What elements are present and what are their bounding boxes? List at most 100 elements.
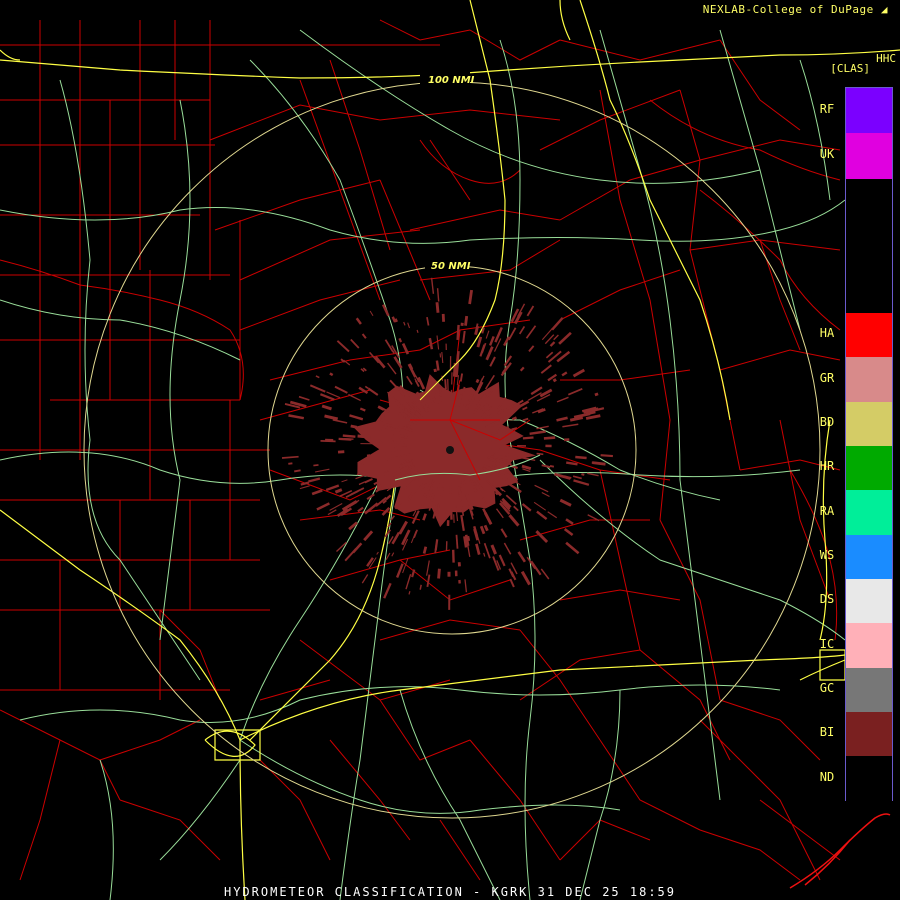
echo-speck: [343, 438, 354, 440]
echo-speck: [536, 452, 544, 456]
echo-speck: [457, 486, 462, 495]
echo-speck: [519, 366, 525, 372]
echo-speck: [483, 552, 486, 557]
legend-label-gr: GR: [819, 370, 835, 385]
echo-speck: [567, 387, 583, 396]
echo-speck: [383, 582, 392, 599]
echo-speck: [587, 472, 599, 477]
range-ring-50-label: 50 NMI: [431, 261, 471, 272]
echo-speck: [349, 414, 364, 421]
class-label: [CLAS]: [830, 62, 870, 75]
echo-speck: [384, 451, 396, 456]
echo-speck: [359, 407, 366, 412]
echo-speck: [528, 345, 535, 353]
product-code: HHC: [876, 52, 896, 65]
echo-speck: [421, 502, 425, 507]
echo-speck: [309, 384, 326, 393]
legend-label-bd: BD: [819, 415, 835, 429]
legend-swatch-ic: [846, 623, 892, 668]
echo-speck: [520, 570, 531, 586]
legend-label-ha: HA: [819, 326, 835, 340]
echo-speck: [288, 414, 305, 420]
echo-speck: [394, 446, 411, 450]
legend-swatch-gc: [846, 668, 892, 712]
echo-speck: [389, 441, 405, 444]
legend-swatch-rf: [846, 88, 892, 133]
echo-speck: [541, 491, 550, 498]
echo-speck: [553, 334, 559, 341]
echo-speck: [585, 414, 601, 420]
echo-speck: [561, 371, 568, 377]
echo-speck: [416, 329, 419, 333]
echo-speck: [534, 484, 549, 493]
echo-speck: [334, 385, 348, 394]
echo-speck: [476, 336, 483, 348]
echo-speck: [551, 316, 564, 331]
legend-label-ra: RA: [819, 503, 835, 518]
echo-speck: [395, 563, 404, 578]
echo-speck: [556, 416, 568, 422]
echo-speck: [544, 334, 555, 345]
echo-speck: [334, 488, 343, 494]
legend-swatch-ha: [846, 313, 892, 357]
echo-speck: [563, 528, 574, 537]
echo-speck: [357, 506, 364, 513]
echo-speck: [428, 337, 434, 350]
echo-speck: [363, 530, 374, 542]
echo-speck: [508, 327, 517, 341]
echo-speck: [513, 505, 519, 512]
radar-site-marker[interactable]: [446, 446, 454, 454]
echo-speck: [374, 356, 386, 369]
echo-speck: [404, 435, 408, 439]
echo-speck: [522, 436, 534, 440]
echo-speck: [475, 323, 479, 329]
echo-speck: [299, 485, 310, 490]
echo-speck: [387, 362, 397, 375]
legend-label-gc: GC: [819, 681, 835, 695]
echo-speck: [475, 378, 480, 384]
echo-speck: [411, 510, 420, 524]
echo-speck: [515, 481, 521, 486]
echo-speck: [366, 557, 374, 567]
legend-label-nd: ND: [819, 769, 835, 784]
echo-speck: [552, 378, 557, 383]
echo-speck: [355, 317, 362, 325]
echo-speck: [540, 364, 552, 374]
echo-speck: [533, 501, 546, 511]
echo-speck: [426, 560, 430, 576]
echo-speck: [320, 440, 336, 443]
echo-speck: [509, 578, 515, 588]
echo-speck: [543, 436, 556, 440]
echo-speck: [298, 395, 310, 401]
echo-speck: [321, 404, 332, 411]
echo-speck: [530, 560, 542, 576]
echo-speck: [521, 503, 532, 512]
echo-speck: [526, 305, 535, 317]
echo-speck: [357, 434, 371, 439]
echo-speck: [456, 504, 460, 513]
credit-label: NEXLAB-College of DuPage ◢: [703, 3, 888, 16]
echo-speck: [545, 351, 554, 359]
echo-speck: [341, 479, 348, 483]
echo-speck: [503, 542, 512, 555]
echo-speck: [441, 351, 444, 364]
echo-speck: [344, 548, 357, 562]
echo-speck: [281, 455, 299, 459]
echo-speck: [398, 337, 403, 343]
echo-speck: [423, 493, 427, 497]
radar-map[interactable]: 100 NMI 50 NMI: [0, 0, 900, 900]
echo-speck: [294, 469, 301, 473]
echo-speck: [485, 330, 490, 339]
echo-speck: [411, 569, 416, 578]
echo-speck: [464, 315, 469, 326]
echo-speck: [422, 513, 427, 521]
echo-speck: [547, 511, 558, 519]
echo-speck: [460, 514, 465, 531]
legend-label-ds: DS: [819, 592, 835, 606]
echo-speck: [348, 393, 361, 402]
echo-speck: [499, 487, 504, 492]
echo-speck: [525, 325, 537, 339]
echo-speck: [361, 333, 367, 339]
echo-speck: [540, 568, 550, 580]
echo-speck: [315, 375, 320, 379]
